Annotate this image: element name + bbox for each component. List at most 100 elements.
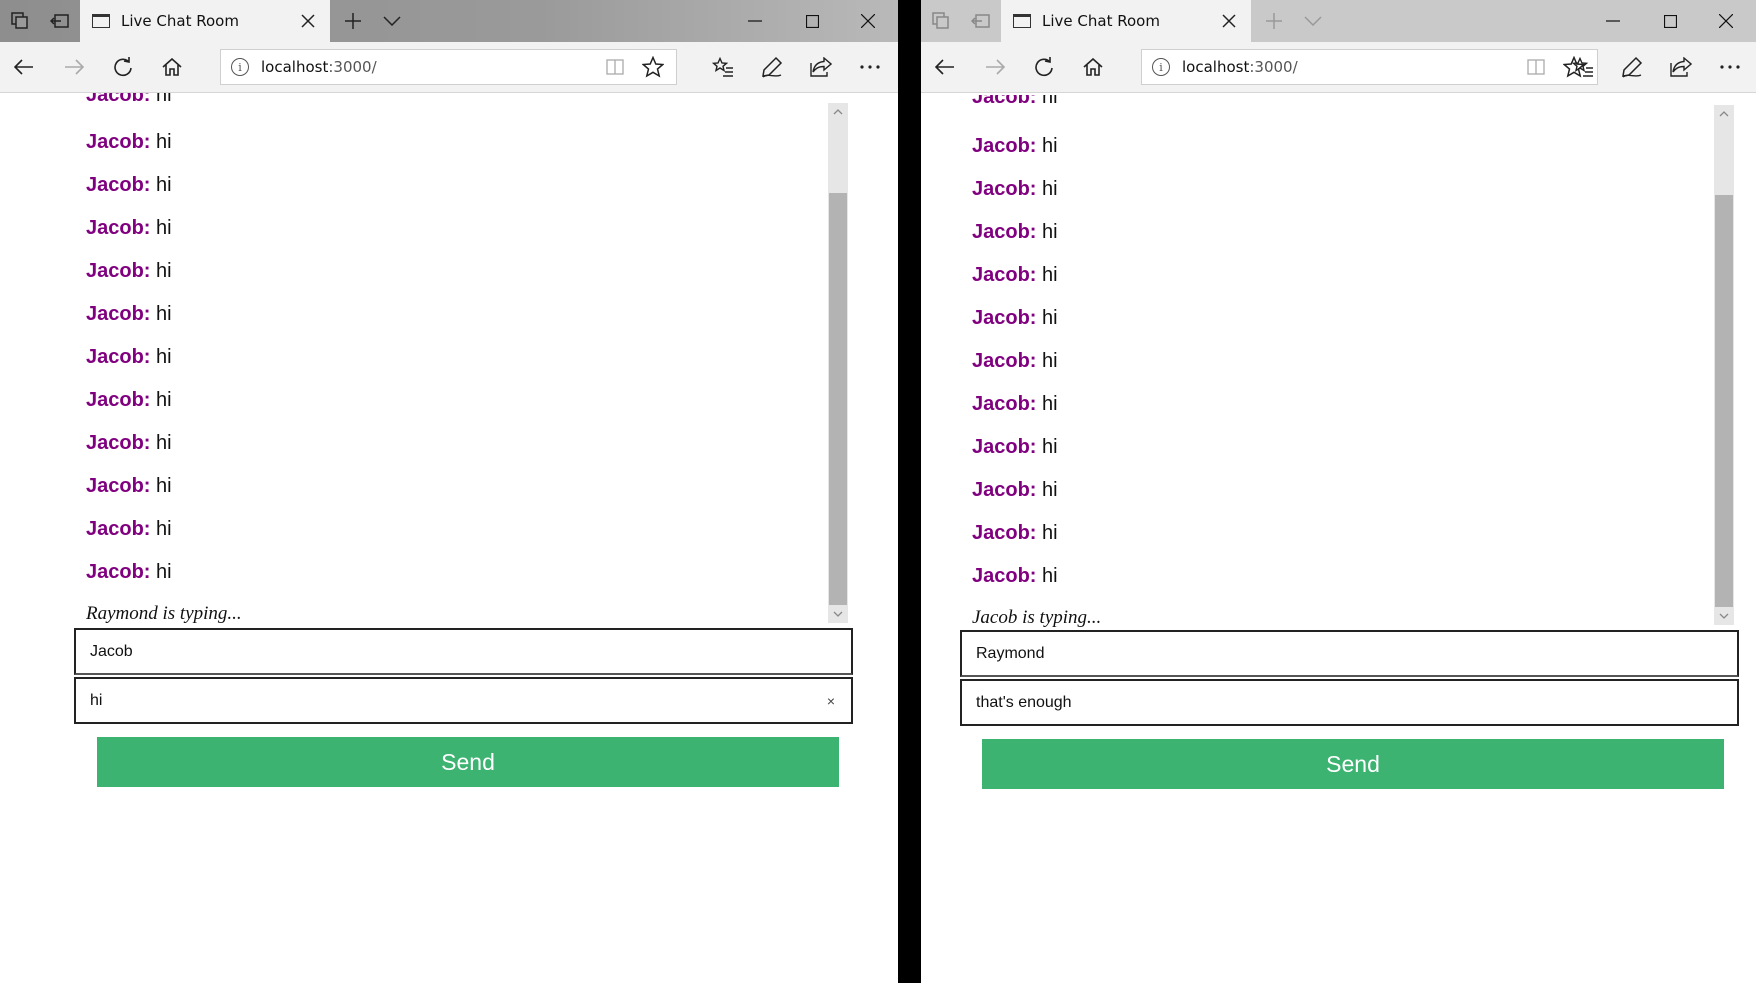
- close-tab-icon[interactable]: [296, 0, 320, 42]
- message-input[interactable]: hi ×: [74, 677, 853, 724]
- address-bar[interactable]: i localhost:3000/: [220, 49, 677, 85]
- message: Jacob: hi: [972, 178, 1058, 200]
- scroll-thumb[interactable]: [1715, 195, 1733, 607]
- browser-window-right: Live Chat Room i localhost:3000/ Jacob: …: [921, 0, 1756, 983]
- message: Jacob: hi: [972, 307, 1058, 329]
- reading-view-icon[interactable]: [1523, 50, 1549, 84]
- scroll-thumb[interactable]: [829, 193, 847, 605]
- typing-indicator: Jacob is typing...: [972, 607, 1102, 628]
- address-url: localhost:3000/: [1182, 58, 1298, 76]
- share-icon[interactable]: [1659, 42, 1703, 92]
- send-button[interactable]: Send: [982, 739, 1724, 789]
- messages-list: Jacob: hi Jacob: hi Jacob: hi Jacob: hi …: [972, 95, 1732, 628]
- typing-indicator: Raymond is typing...: [86, 603, 242, 624]
- message: Jacob: hi: [86, 389, 172, 411]
- navigation-toolbar: i localhost:3000/: [0, 42, 898, 93]
- share-icon[interactable]: [799, 42, 843, 92]
- message: Jacob: hi: [86, 174, 172, 196]
- message: Jacob: hi: [972, 135, 1058, 157]
- navigation-toolbar: i localhost:3000/: [921, 42, 1756, 93]
- set-aside-tabs-icon[interactable]: [40, 0, 80, 42]
- clear-input-icon[interactable]: ×: [827, 679, 835, 722]
- tab-bar: Live Chat Room: [0, 0, 898, 42]
- messages-scrollbar[interactable]: [1714, 105, 1734, 625]
- refresh-icon[interactable]: [101, 42, 145, 92]
- message-input[interactable]: that's enough: [960, 679, 1739, 726]
- favorites-list-icon[interactable]: [1561, 42, 1605, 92]
- page-icon: [92, 14, 110, 28]
- name-input[interactable]: Jacob: [74, 628, 853, 675]
- forward-arrow-icon[interactable]: [973, 42, 1017, 92]
- minimize-icon[interactable]: [727, 0, 783, 42]
- star-icon[interactable]: [638, 50, 668, 84]
- tab-title: Live Chat Room: [121, 12, 239, 30]
- home-icon[interactable]: [150, 42, 194, 92]
- favorites-list-icon[interactable]: [701, 42, 745, 92]
- message-partial: Jacob: hi: [972, 95, 1058, 108]
- message: Jacob: hi: [86, 346, 172, 368]
- forward-arrow-icon[interactable]: [52, 42, 96, 92]
- scroll-down-icon[interactable]: [828, 605, 848, 623]
- tab-bar: Live Chat Room: [921, 0, 1756, 42]
- message: Jacob: hi: [86, 303, 172, 325]
- message: Jacob: hi: [972, 565, 1058, 587]
- address-url: localhost:3000/: [261, 58, 377, 76]
- messages-scrollbar[interactable]: [828, 103, 848, 623]
- more-icon[interactable]: [848, 42, 892, 92]
- pen-icon[interactable]: [750, 42, 794, 92]
- message: Jacob: hi: [86, 475, 172, 497]
- tab-live-chat-room[interactable]: Live Chat Room: [1001, 0, 1251, 42]
- info-icon[interactable]: i: [1152, 58, 1170, 76]
- message-input-value: that's enough: [976, 693, 1072, 711]
- maximize-icon[interactable]: [1642, 0, 1698, 42]
- message: Jacob: hi: [972, 522, 1058, 544]
- message: Jacob: hi: [972, 393, 1058, 415]
- tab-actions-icon[interactable]: [0, 0, 40, 42]
- message: Jacob: hi: [86, 131, 172, 153]
- reading-view-icon[interactable]: [602, 50, 628, 84]
- maximize-icon[interactable]: [784, 0, 840, 42]
- page-icon: [1013, 14, 1031, 28]
- message: Jacob: hi: [86, 260, 172, 282]
- message: Jacob: hi: [972, 264, 1058, 286]
- message-partial: Jacob: hi: [86, 93, 172, 106]
- close-icon[interactable]: [840, 0, 896, 42]
- chevron-down-icon[interactable]: [1293, 0, 1333, 42]
- message: Jacob: hi: [86, 561, 172, 583]
- minimize-icon[interactable]: [1585, 0, 1641, 42]
- close-icon[interactable]: [1698, 0, 1754, 42]
- chevron-down-icon[interactable]: [372, 0, 412, 42]
- set-aside-tabs-icon[interactable]: [961, 0, 1001, 42]
- message: Jacob: hi: [86, 217, 172, 239]
- address-bar[interactable]: i localhost:3000/: [1141, 49, 1598, 85]
- message: Jacob: hi: [86, 432, 172, 454]
- browser-window-left: Live Chat Room i localhost:3000/ Jacob: …: [0, 0, 898, 983]
- pen-icon[interactable]: [1610, 42, 1654, 92]
- close-tab-icon[interactable]: [1217, 0, 1241, 42]
- refresh-icon[interactable]: [1022, 42, 1066, 92]
- message-input-value: hi: [90, 691, 103, 709]
- tab-title: Live Chat Room: [1042, 12, 1160, 30]
- scroll-up-icon[interactable]: [828, 103, 848, 121]
- info-icon[interactable]: i: [231, 58, 249, 76]
- tab-live-chat-room[interactable]: Live Chat Room: [80, 0, 330, 42]
- home-icon[interactable]: [1071, 42, 1115, 92]
- more-icon[interactable]: [1708, 42, 1752, 92]
- back-arrow-icon[interactable]: [923, 42, 967, 92]
- message: Jacob: hi: [86, 518, 172, 540]
- message: Jacob: hi: [972, 350, 1058, 372]
- scroll-up-icon[interactable]: [1714, 105, 1734, 123]
- tab-actions-icon[interactable]: [921, 0, 961, 42]
- back-arrow-icon[interactable]: [2, 42, 46, 92]
- page-content: Jacob: hi Jacob: hi Jacob: hi Jacob: hi …: [921, 93, 1756, 983]
- scroll-down-icon[interactable]: [1714, 607, 1734, 625]
- message: Jacob: hi: [972, 479, 1058, 501]
- messages-list: Jacob: hi Jacob: hi Jacob: hi Jacob: hi …: [86, 93, 826, 626]
- message: Jacob: hi: [972, 436, 1058, 458]
- send-button[interactable]: Send: [97, 737, 839, 787]
- message: Jacob: hi: [972, 221, 1058, 243]
- page-content: Jacob: hi Jacob: hi Jacob: hi Jacob: hi …: [0, 93, 898, 983]
- plus-icon[interactable]: [1254, 0, 1294, 42]
- name-input[interactable]: Raymond: [960, 630, 1739, 677]
- plus-icon[interactable]: [333, 0, 373, 42]
